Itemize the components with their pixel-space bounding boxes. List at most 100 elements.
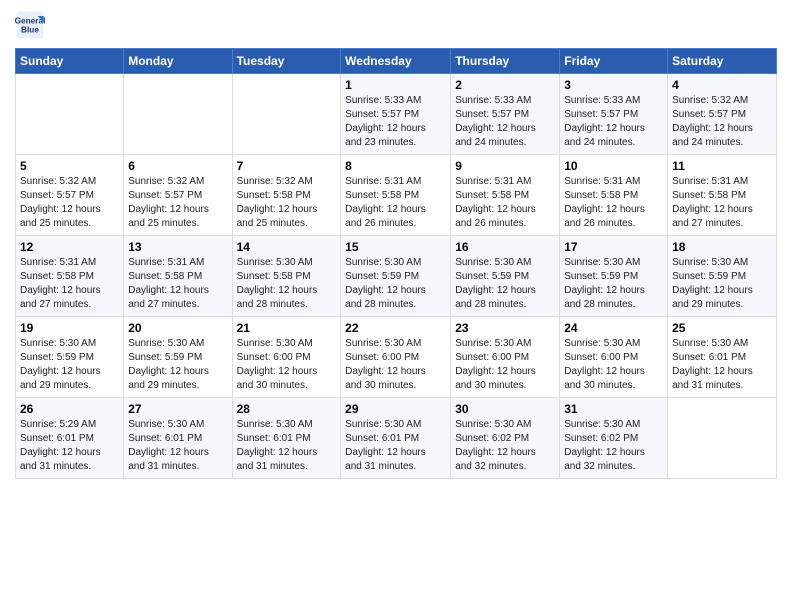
day-number: 8 bbox=[345, 159, 446, 173]
calendar-cell bbox=[232, 74, 341, 155]
day-content: Sunrise: 5:30 AM Sunset: 5:59 PM Dayligh… bbox=[345, 256, 446, 312]
day-number: 22 bbox=[345, 321, 446, 335]
calendar-cell: 1 Sunrise: 5:33 AM Sunset: 5:57 PM Daylig… bbox=[341, 74, 451, 155]
calendar-cell: 28Sunrise: 5:30 AM Sunset: 6:01 PM Dayli… bbox=[232, 398, 341, 479]
calendar-cell bbox=[124, 74, 232, 155]
day-number: 16 bbox=[455, 240, 555, 254]
day-content: Sunrise: 5:30 AM Sunset: 5:58 PM Dayligh… bbox=[237, 256, 337, 312]
calendar-cell: 16 Sunrise: 5:30 AM Sunset: 5:59 PM Dayli… bbox=[451, 236, 560, 317]
day-number: 28 bbox=[237, 402, 337, 416]
page-header: General Blue bbox=[15, 10, 777, 40]
week-row-3: 12 Sunrise: 5:31 AM Sunset: 5:58 PM Dayli… bbox=[16, 236, 777, 317]
header-tuesday: Tuesday bbox=[232, 49, 341, 74]
calendar-cell: 10Sunrise: 5:31 AM Sunset: 5:58 PM Dayli… bbox=[560, 155, 668, 236]
calendar-cell: 17Sunrise: 5:30 AM Sunset: 5:59 PM Dayli… bbox=[560, 236, 668, 317]
day-content: Sunrise: 5:32 AM Sunset: 5:57 PM Dayligh… bbox=[128, 175, 227, 231]
day-number: 5 bbox=[20, 159, 119, 173]
calendar-cell: 20 Sunrise: 5:30 AM Sunset: 5:59 PM Dayli… bbox=[124, 317, 232, 398]
calendar-table: SundayMondayTuesdayWednesdayThursdayFrid… bbox=[15, 48, 777, 479]
day-number: 10 bbox=[564, 159, 663, 173]
day-number: 26 bbox=[20, 402, 119, 416]
day-number: 2 bbox=[455, 78, 555, 92]
svg-text:Blue: Blue bbox=[21, 26, 39, 35]
day-number: 25 bbox=[672, 321, 772, 335]
day-content: Sunrise: 5:30 AM Sunset: 5:59 PM Dayligh… bbox=[455, 256, 555, 312]
calendar-cell: 5 Sunrise: 5:32 AM Sunset: 5:57 PM Daylig… bbox=[16, 155, 124, 236]
calendar-cell: 25 Sunrise: 5:30 AM Sunset: 6:01 PM Dayli… bbox=[668, 317, 777, 398]
day-content: Sunrise: 5:31 AM Sunset: 5:58 PM Dayligh… bbox=[672, 175, 772, 231]
week-row-4: 19 Sunrise: 5:30 AM Sunset: 5:59 PM Dayli… bbox=[16, 317, 777, 398]
day-content: Sunrise: 5:30 AM Sunset: 5:59 PM Dayligh… bbox=[564, 256, 663, 312]
day-number: 31 bbox=[564, 402, 663, 416]
day-content: Sunrise: 5:30 AM Sunset: 6:00 PM Dayligh… bbox=[237, 337, 337, 393]
day-content: Sunrise: 5:32 AM Sunset: 5:57 PM Dayligh… bbox=[20, 175, 119, 231]
day-content: Sunrise: 5:33 AM Sunset: 5:57 PM Dayligh… bbox=[564, 94, 663, 150]
week-row-1: 1 Sunrise: 5:33 AM Sunset: 5:57 PM Daylig… bbox=[16, 74, 777, 155]
day-content: Sunrise: 5:30 AM Sunset: 6:02 PM Dayligh… bbox=[455, 418, 555, 474]
day-content: Sunrise: 5:30 AM Sunset: 6:01 PM Dayligh… bbox=[672, 337, 772, 393]
calendar-cell: 31 Sunrise: 5:30 AM Sunset: 6:02 PM Dayli… bbox=[560, 398, 668, 479]
week-row-2: 5 Sunrise: 5:32 AM Sunset: 5:57 PM Daylig… bbox=[16, 155, 777, 236]
calendar-cell: 8 Sunrise: 5:31 AM Sunset: 5:58 PM Daylig… bbox=[341, 155, 451, 236]
header-friday: Friday bbox=[560, 49, 668, 74]
calendar-cell: 27Sunrise: 5:30 AM Sunset: 6:01 PM Dayli… bbox=[124, 398, 232, 479]
calendar-cell: 24 Sunrise: 5:30 AM Sunset: 6:00 PM Dayli… bbox=[560, 317, 668, 398]
header-thursday: Thursday bbox=[451, 49, 560, 74]
day-content: Sunrise: 5:30 AM Sunset: 6:02 PM Dayligh… bbox=[564, 418, 663, 474]
calendar-cell: 30 Sunrise: 5:30 AM Sunset: 6:02 PM Dayli… bbox=[451, 398, 560, 479]
calendar-cell: 3Sunrise: 5:33 AM Sunset: 5:57 PM Daylig… bbox=[560, 74, 668, 155]
calendar-cell: 14Sunrise: 5:30 AM Sunset: 5:58 PM Dayli… bbox=[232, 236, 341, 317]
calendar-cell: 7Sunrise: 5:32 AM Sunset: 5:58 PM Daylig… bbox=[232, 155, 341, 236]
day-content: Sunrise: 5:30 AM Sunset: 5:59 PM Dayligh… bbox=[20, 337, 119, 393]
day-number: 18 bbox=[672, 240, 772, 254]
day-number: 9 bbox=[455, 159, 555, 173]
calendar-cell: 22 Sunrise: 5:30 AM Sunset: 6:00 PM Dayli… bbox=[341, 317, 451, 398]
calendar-cell: 29 Sunrise: 5:30 AM Sunset: 6:01 PM Dayli… bbox=[341, 398, 451, 479]
day-content: Sunrise: 5:31 AM Sunset: 5:58 PM Dayligh… bbox=[20, 256, 119, 312]
day-number: 1 bbox=[345, 78, 446, 92]
calendar-cell: 6 Sunrise: 5:32 AM Sunset: 5:57 PM Daylig… bbox=[124, 155, 232, 236]
calendar-cell: 15 Sunrise: 5:30 AM Sunset: 5:59 PM Dayli… bbox=[341, 236, 451, 317]
day-number: 20 bbox=[128, 321, 227, 335]
day-number: 13 bbox=[128, 240, 227, 254]
calendar-cell: 9 Sunrise: 5:31 AM Sunset: 5:58 PM Daylig… bbox=[451, 155, 560, 236]
header-wednesday: Wednesday bbox=[341, 49, 451, 74]
day-content: Sunrise: 5:30 AM Sunset: 6:00 PM Dayligh… bbox=[345, 337, 446, 393]
day-content: Sunrise: 5:30 AM Sunset: 5:59 PM Dayligh… bbox=[128, 337, 227, 393]
day-content: Sunrise: 5:31 AM Sunset: 5:58 PM Dayligh… bbox=[345, 175, 446, 231]
calendar-cell: 23 Sunrise: 5:30 AM Sunset: 6:00 PM Dayli… bbox=[451, 317, 560, 398]
day-content: Sunrise: 5:30 AM Sunset: 6:01 PM Dayligh… bbox=[345, 418, 446, 474]
calendar-cell: 12 Sunrise: 5:31 AM Sunset: 5:58 PM Dayli… bbox=[16, 236, 124, 317]
day-content: Sunrise: 5:31 AM Sunset: 5:58 PM Dayligh… bbox=[128, 256, 227, 312]
day-number: 11 bbox=[672, 159, 772, 173]
calendar-cell bbox=[16, 74, 124, 155]
day-content: Sunrise: 5:33 AM Sunset: 5:57 PM Dayligh… bbox=[455, 94, 555, 150]
day-number: 21 bbox=[237, 321, 337, 335]
calendar-cell: 13 Sunrise: 5:31 AM Sunset: 5:58 PM Dayli… bbox=[124, 236, 232, 317]
day-number: 12 bbox=[20, 240, 119, 254]
day-number: 23 bbox=[455, 321, 555, 335]
day-number: 29 bbox=[345, 402, 446, 416]
day-number: 6 bbox=[128, 159, 227, 173]
calendar-cell: 4Sunrise: 5:32 AM Sunset: 5:57 PM Daylig… bbox=[668, 74, 777, 155]
logo: General Blue bbox=[15, 10, 49, 40]
week-row-5: 26 Sunrise: 5:29 AM Sunset: 6:01 PM Dayli… bbox=[16, 398, 777, 479]
day-content: Sunrise: 5:33 AM Sunset: 5:57 PM Dayligh… bbox=[345, 94, 446, 150]
calendar-header-row: SundayMondayTuesdayWednesdayThursdayFrid… bbox=[16, 49, 777, 74]
calendar-cell: 26 Sunrise: 5:29 AM Sunset: 6:01 PM Dayli… bbox=[16, 398, 124, 479]
day-number: 15 bbox=[345, 240, 446, 254]
day-content: Sunrise: 5:30 AM Sunset: 6:00 PM Dayligh… bbox=[455, 337, 555, 393]
day-number: 30 bbox=[455, 402, 555, 416]
calendar-cell: 19 Sunrise: 5:30 AM Sunset: 5:59 PM Dayli… bbox=[16, 317, 124, 398]
day-number: 4 bbox=[672, 78, 772, 92]
day-content: Sunrise: 5:30 AM Sunset: 6:00 PM Dayligh… bbox=[564, 337, 663, 393]
day-content: Sunrise: 5:31 AM Sunset: 5:58 PM Dayligh… bbox=[455, 175, 555, 231]
day-number: 27 bbox=[128, 402, 227, 416]
logo-icon: General Blue bbox=[15, 10, 45, 40]
header-monday: Monday bbox=[124, 49, 232, 74]
calendar-cell: 18Sunrise: 5:30 AM Sunset: 5:59 PM Dayli… bbox=[668, 236, 777, 317]
day-content: Sunrise: 5:29 AM Sunset: 6:01 PM Dayligh… bbox=[20, 418, 119, 474]
calendar-cell: 21 Sunrise: 5:30 AM Sunset: 6:00 PM Dayli… bbox=[232, 317, 341, 398]
day-number: 24 bbox=[564, 321, 663, 335]
day-number: 19 bbox=[20, 321, 119, 335]
